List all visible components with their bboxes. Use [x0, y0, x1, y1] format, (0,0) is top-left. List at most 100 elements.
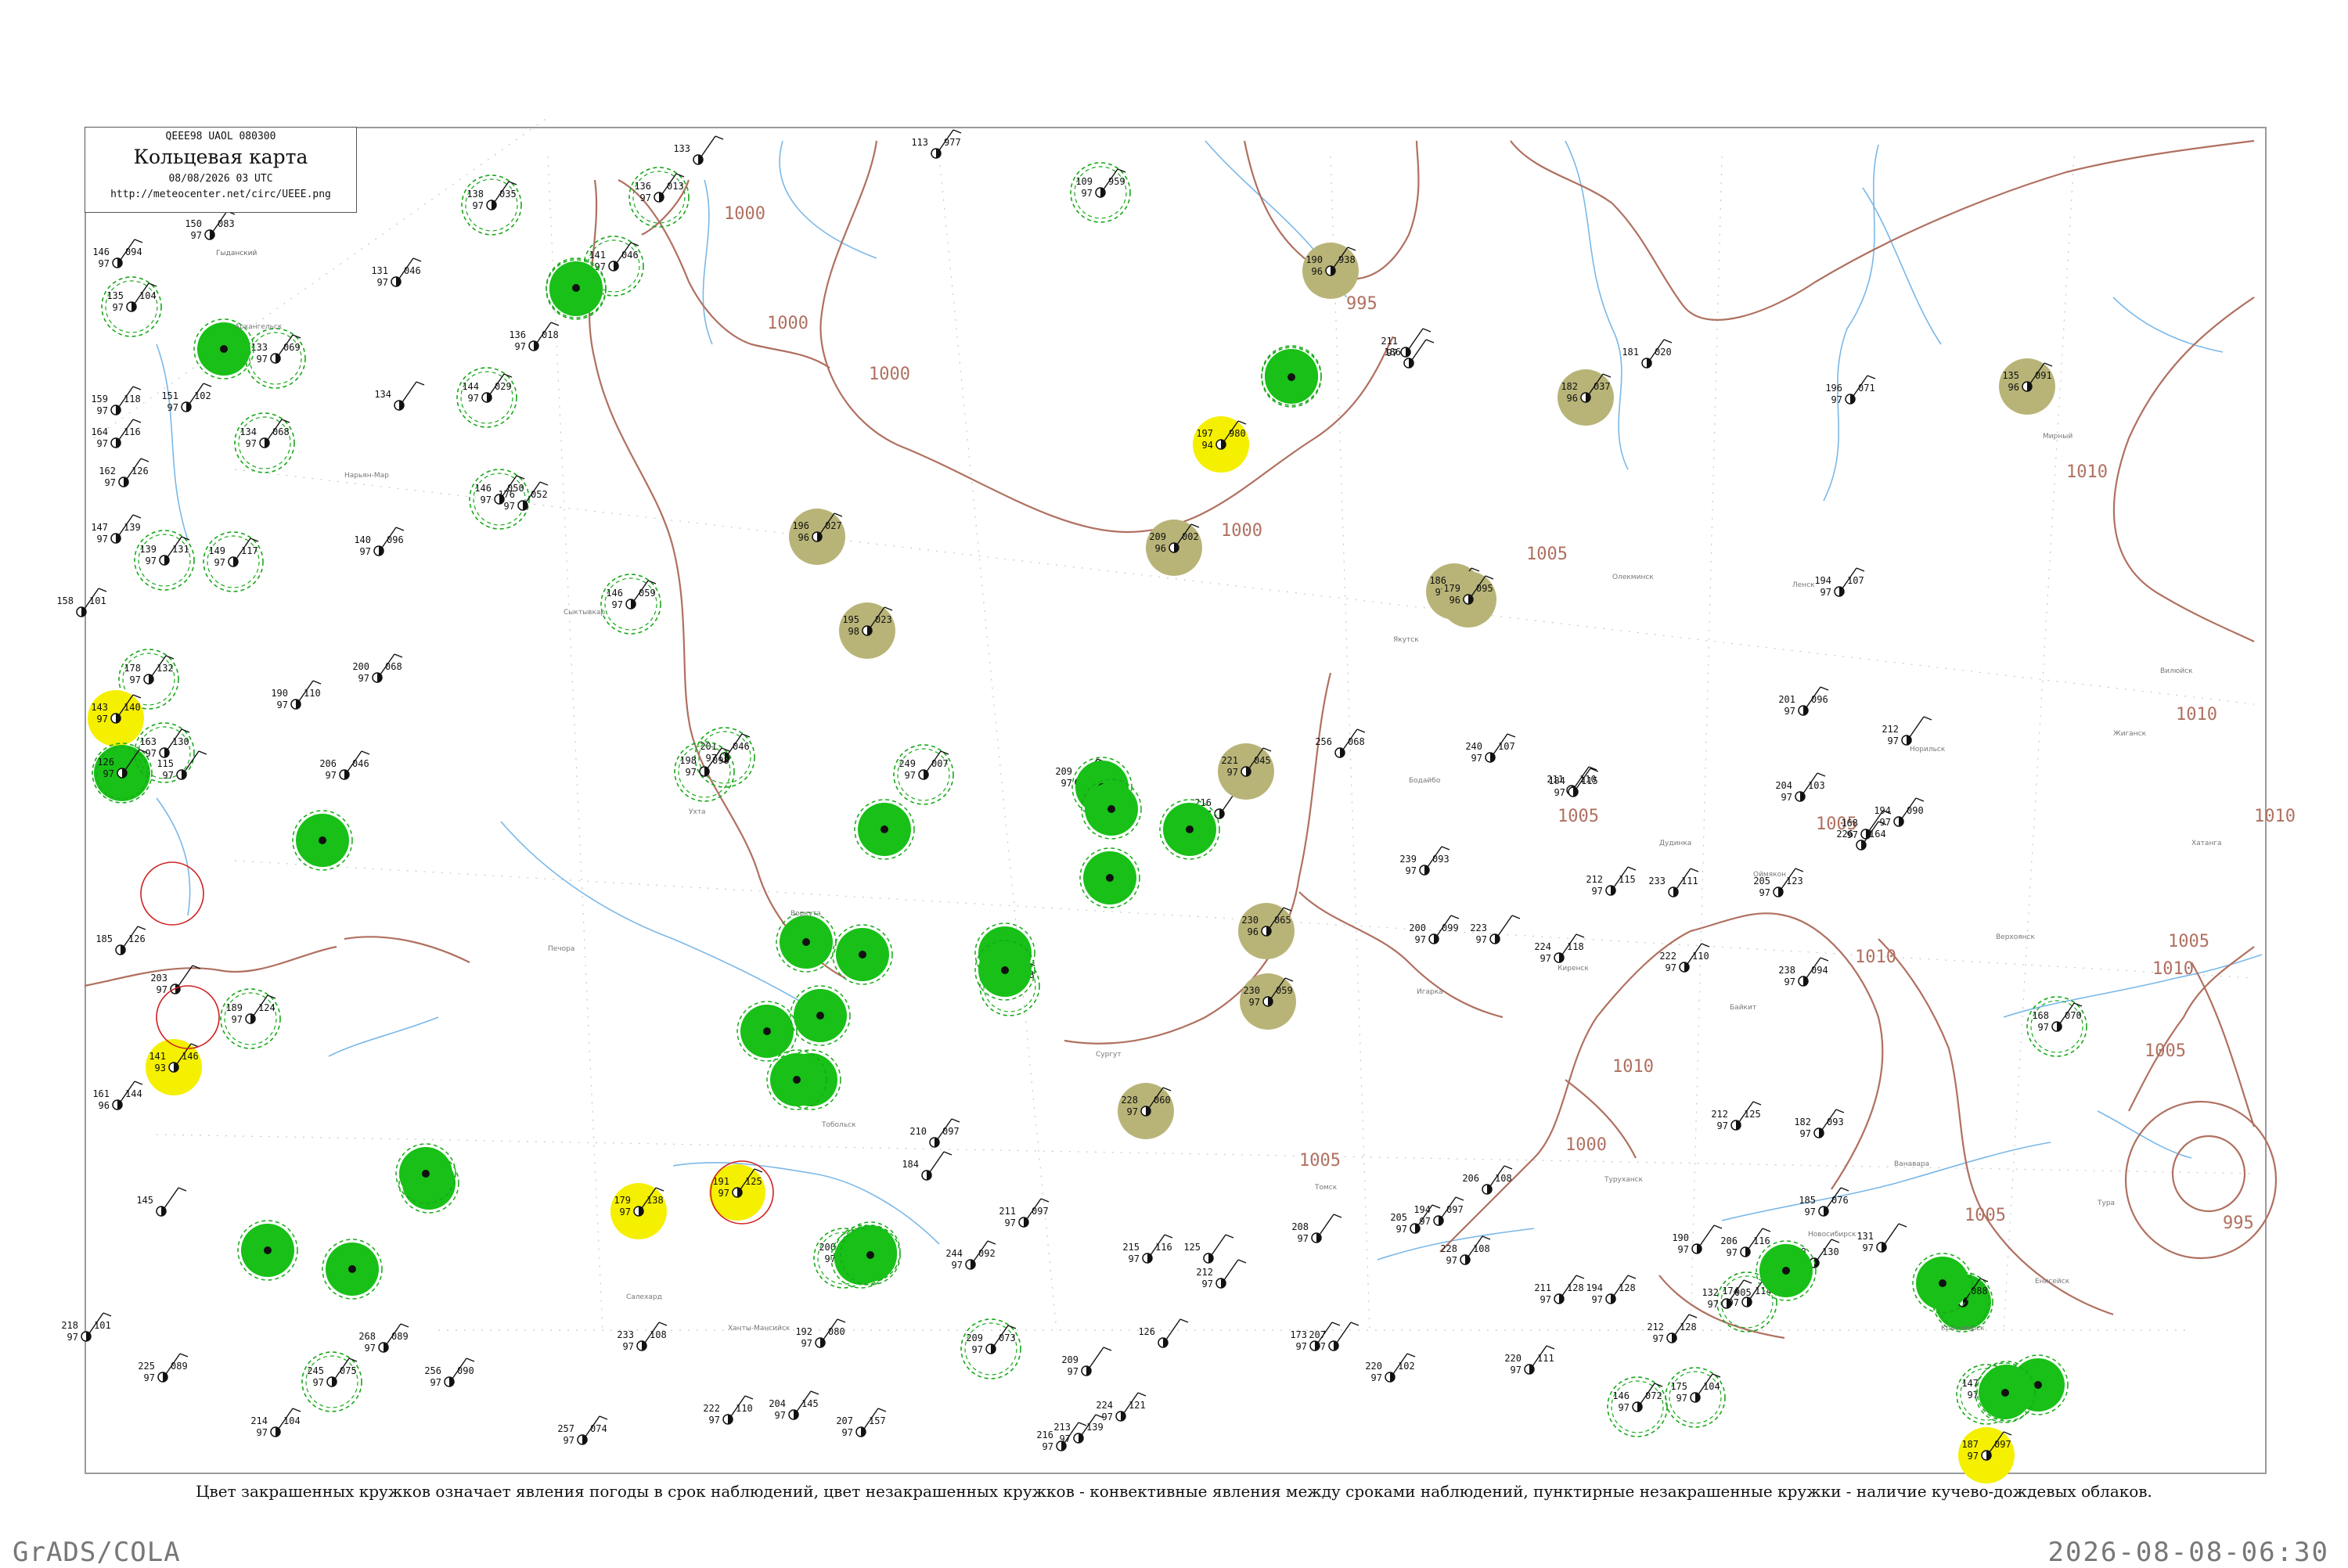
rain-station-marker[interactable] — [1159, 799, 1220, 860]
weather-station[interactable]: 18997 124 — [220, 988, 281, 1049]
weather-station[interactable]: 15197 102 — [161, 383, 212, 413]
weather-station[interactable]: 19097 — [1672, 1225, 1723, 1255]
weather-station[interactable]: 21297 — [1882, 716, 1932, 746]
weather-station[interactable]: 24597 075 — [301, 1351, 362, 1412]
weather-station[interactable]: 22897 060 — [1118, 1083, 1174, 1139]
weather-station[interactable]: 14697 059 — [600, 574, 661, 635]
weather-station[interactable]: 13697 018 — [509, 322, 560, 352]
weather-station[interactable]: 256 068 — [1315, 728, 1366, 758]
weather-station[interactable]: 25797 074 — [557, 1415, 608, 1446]
weather-station[interactable]: 233 111 — [1648, 868, 1699, 897]
weather-station[interactable]: 19497 107 — [1814, 567, 1865, 598]
weather-station[interactable]: 14797 139 — [91, 514, 142, 545]
weather-station[interactable]: 181 020 — [1622, 339, 1673, 369]
weather-station[interactable]: 17996 095 — [1440, 571, 1496, 628]
weather-station[interactable]: 133 — [673, 135, 724, 165]
weather-station[interactable]: 22297 110 — [703, 1395, 754, 1426]
weather-station[interactable]: 20497 145 — [769, 1390, 819, 1421]
weather-station[interactable]: 19497 128 — [1586, 1275, 1637, 1305]
weather-station[interactable]: 16196 144 — [92, 1081, 143, 1111]
weather-station[interactable]: 24497 092 — [945, 1240, 996, 1271]
weather-station[interactable]: 21297 125 — [1711, 1101, 1762, 1131]
weather-station[interactable]: 23097 059 — [1240, 973, 1296, 1030]
weather-station[interactable]: 23397 108 — [617, 1322, 668, 1352]
weather-station[interactable]: 21297 — [1196, 1259, 1247, 1289]
weather-station[interactable]: 13197 — [1856, 1223, 1907, 1253]
rain-station-marker[interactable] — [790, 985, 851, 1046]
weather-station[interactable]: 19598 023 — [839, 602, 895, 659]
weather-station[interactable]: 20997 073 — [960, 1318, 1021, 1379]
weather-station[interactable]: 23897 094 — [1778, 957, 1829, 987]
weather-station[interactable]: 20997 — [1061, 1347, 1112, 1377]
weather-station[interactable]: 15997 118 — [91, 386, 142, 416]
weather-station[interactable]: 20697 046 — [319, 750, 370, 781]
weather-station[interactable]: 22097 111 — [1504, 1345, 1555, 1376]
weather-station[interactable]: 18297 093 — [1794, 1109, 1845, 1139]
weather-station[interactable]: 14697 072 — [1607, 1376, 1668, 1437]
weather-station[interactable]: 14097 096 — [354, 527, 405, 557]
weather-station[interactable]: 14397 140 — [88, 690, 144, 746]
weather-station[interactable]: 21497 104 — [250, 1408, 301, 1438]
weather-station[interactable]: 185 126 — [95, 926, 146, 955]
rain-station-marker[interactable] — [237, 1220, 298, 1281]
weather-station[interactable]: 23096 065 — [1238, 903, 1295, 959]
weather-station[interactable]: 21597 116 — [1122, 1234, 1173, 1264]
weather-station[interactable]: 21897 101 — [61, 1312, 112, 1343]
weather-station[interactable]: 17597 104 — [1665, 1367, 1726, 1428]
weather-station[interactable]: 22897 108 — [1440, 1235, 1491, 1266]
weather-station[interactable]: 13897 035 — [461, 174, 522, 236]
rain-station-marker[interactable] — [546, 257, 607, 318]
weather-station[interactable]: 13997 131 — [134, 530, 195, 591]
weather-station[interactable]: 19794 980 — [1193, 416, 1249, 473]
weather-station[interactable]: 13197 046 — [371, 257, 422, 288]
weather-station[interactable]: 19096 938 — [1302, 243, 1359, 299]
weather-station[interactable]: 22497 121 — [1096, 1392, 1147, 1422]
weather-station[interactable]: 126 — [1138, 1318, 1189, 1348]
weather-station[interactable]: 19697 071 — [1825, 375, 1876, 405]
weather-station[interactable]: 22297 110 — [1659, 943, 1710, 973]
rain-station-marker[interactable] — [1081, 779, 1142, 840]
weather-station[interactable]: 113 977 — [911, 129, 962, 159]
weather-station[interactable]: 13596 091 — [1999, 358, 2055, 415]
weather-station[interactable]: 210 097 — [909, 1118, 960, 1148]
weather-station[interactable]: 10997 959 — [1070, 162, 1131, 223]
rain-station-marker[interactable] — [736, 1001, 798, 1062]
weather-station[interactable]: 21197 128 — [1534, 1275, 1585, 1305]
weather-station[interactable]: 19497 097 — [1413, 1196, 1464, 1227]
weather-station[interactable]: 13597 104 — [101, 276, 162, 337]
rain-station-marker[interactable] — [1975, 1362, 2036, 1423]
weather-station[interactable]: 16297 126 — [99, 458, 149, 488]
weather-station[interactable]: 14497 029 — [456, 367, 517, 428]
weather-station[interactable]: 20197 096 — [1778, 686, 1829, 717]
weather-station[interactable]: 18296 037 — [1558, 369, 1614, 426]
weather-station[interactable]: 22397 — [1470, 915, 1521, 945]
map-url[interactable]: http://meteocenter.net/circ/UEEE.png — [85, 189, 356, 200]
rain-station-marker[interactable] — [854, 799, 915, 860]
synoptic-map[interactable]: 1000100010001000995100510051005100510101… — [0, 0, 2348, 1565]
weather-station[interactable]: 15097 083 Гыданский — [185, 210, 257, 257]
weather-station[interactable]: 20697 116 — [1720, 1228, 1771, 1258]
weather-station[interactable]: 19097 110 — [271, 680, 322, 710]
rain-station-marker[interactable] — [1261, 347, 1322, 408]
weather-station[interactable]: 20097 099 — [1409, 915, 1460, 945]
weather-station[interactable]: 24997 007 — [893, 744, 954, 805]
rain-station-marker[interactable] — [766, 1049, 827, 1110]
weather-station[interactable]: 17997 138 — [610, 1183, 667, 1239]
weather-station[interactable]: 13497 068 — [234, 412, 295, 473]
weather-station[interactable]: 18597 076 — [1799, 1187, 1849, 1217]
weather-station[interactable]: 158 101 — [56, 588, 107, 617]
weather-station[interactable]: 184 — [902, 1151, 953, 1181]
rain-station-marker[interactable] — [974, 940, 1035, 1001]
weather-station[interactable]: 19297 080 — [795, 1318, 846, 1349]
weather-station[interactable]: 22597 089 — [138, 1353, 189, 1383]
rain-station-marker[interactable] — [1912, 1253, 1973, 1314]
rain-station-marker[interactable] — [322, 1239, 383, 1300]
weather-station[interactable]: 16897 070 — [2026, 996, 2087, 1057]
rain-station-marker[interactable] — [292, 810, 353, 871]
weather-station[interactable]: 18497 115 — [1548, 768, 1599, 798]
weather-station[interactable]: 125 — [1183, 1234, 1234, 1264]
weather-station[interactable]: 20897 — [1291, 1214, 1342, 1244]
weather-station[interactable]: 19696 027 — [789, 509, 845, 565]
weather-station[interactable]: 21197 097 — [999, 1198, 1050, 1228]
weather-station[interactable]: 20097 068 — [352, 653, 403, 684]
